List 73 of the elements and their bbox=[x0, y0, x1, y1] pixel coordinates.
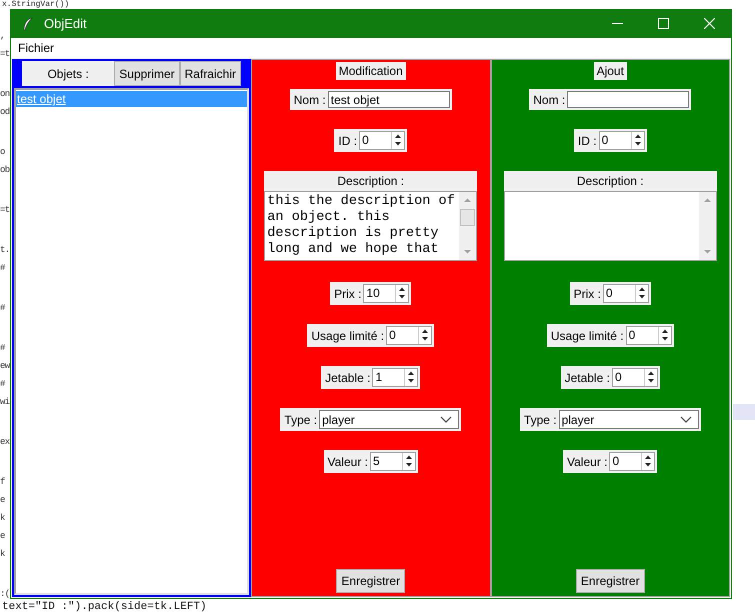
dropdown[interactable]: player bbox=[319, 410, 460, 429]
code-fragment: wi bbox=[0, 397, 10, 407]
spinbox[interactable]: 1 bbox=[372, 368, 418, 387]
code-line: x.StringVar()) bbox=[1, 0, 70, 9]
field-label: Type : bbox=[284, 412, 318, 426]
code-fragment: # bbox=[0, 343, 5, 353]
scroll-thumb[interactable] bbox=[460, 209, 476, 226]
code-fragment: # bbox=[0, 379, 5, 389]
feather-icon bbox=[22, 16, 34, 30]
save-button[interactable]: Enregistrer bbox=[576, 569, 645, 593]
field-label: Description : bbox=[336, 173, 406, 190]
text-field[interactable]: test objet bbox=[328, 91, 450, 108]
text-area[interactable]: this the description of an object. this description is pretty long and we hope that bbox=[264, 191, 478, 261]
code-fragment: on bbox=[0, 89, 10, 99]
panel-title: Modification bbox=[336, 62, 406, 80]
spinbox[interactable]: 0 bbox=[359, 131, 406, 150]
field-label: Jetable : bbox=[564, 370, 610, 384]
field-label: Prix : bbox=[334, 286, 362, 300]
field-label: Description : bbox=[576, 173, 645, 190]
code-fragment: k bbox=[0, 549, 5, 559]
toolbar-button[interactable]: Rafraichir bbox=[180, 61, 241, 86]
code-fragment: # bbox=[0, 263, 5, 273]
code-fragment: , bbox=[0, 31, 5, 41]
spinbox[interactable]: 0 bbox=[602, 284, 649, 303]
spinbox[interactable]: 0 bbox=[609, 452, 656, 471]
code-line: text="ID :").pack(side=tk.LEFT) bbox=[2, 601, 207, 613]
text-area[interactable] bbox=[504, 191, 717, 261]
current-line-highlight bbox=[733, 404, 755, 420]
code-fragment: ob bbox=[0, 165, 10, 175]
chevron-down-icon bbox=[680, 416, 692, 423]
spinbox[interactable]: 10 bbox=[363, 284, 410, 303]
dropdown[interactable]: player bbox=[558, 410, 699, 429]
code-fragment: e bbox=[0, 531, 5, 541]
panel-title: Ajout bbox=[594, 62, 627, 80]
objects-label: Objets : bbox=[22, 61, 114, 86]
field-label: Valeur : bbox=[567, 454, 608, 468]
toolbar-button[interactable]: Supprimer bbox=[114, 61, 180, 86]
code-fragment: k bbox=[0, 513, 5, 523]
field-label: Prix : bbox=[574, 286, 601, 300]
code-fragment: t. bbox=[0, 245, 10, 255]
code-fragment: :( bbox=[0, 589, 10, 599]
field-label: Nom : bbox=[533, 92, 566, 106]
code-fragment: f bbox=[0, 477, 5, 487]
maximize-icon[interactable] bbox=[658, 18, 668, 29]
spinbox[interactable]: 0 bbox=[612, 368, 658, 387]
code-fragment: o bbox=[0, 147, 5, 157]
field-label: Jetable : bbox=[325, 370, 370, 384]
code-fragment: od bbox=[0, 107, 10, 117]
code-fragment: # bbox=[0, 303, 5, 313]
code-fragment: ew bbox=[0, 361, 10, 371]
field-label: Valeur : bbox=[328, 454, 368, 468]
window-title: ObjEdit bbox=[44, 16, 88, 31]
spinbox[interactable]: 5 bbox=[370, 452, 416, 471]
field-label: ID : bbox=[578, 134, 597, 148]
code-fragment: e bbox=[0, 495, 5, 505]
scrollbar[interactable] bbox=[459, 192, 476, 260]
field-label: Usage limité : bbox=[311, 328, 384, 342]
close-icon[interactable] bbox=[704, 18, 714, 29]
spinbox[interactable]: 0 bbox=[598, 131, 645, 150]
scrollbar[interactable] bbox=[698, 192, 716, 260]
menu-item[interactable]: Fichier bbox=[11, 41, 62, 55]
spinbox[interactable]: 0 bbox=[626, 326, 672, 345]
field-label: Usage limité : bbox=[550, 328, 624, 342]
spinbox[interactable]: 0 bbox=[386, 326, 432, 345]
field-label: ID : bbox=[338, 134, 358, 148]
code-fragment: =t bbox=[0, 49, 10, 59]
code-fragment: =t bbox=[0, 205, 10, 215]
field-label: Type : bbox=[524, 412, 557, 426]
text-field[interactable] bbox=[567, 91, 690, 108]
code-fragment: ex bbox=[0, 437, 10, 447]
field-label: Nom : bbox=[294, 92, 326, 106]
save-button[interactable]: Enregistrer bbox=[336, 569, 406, 593]
chevron-down-icon bbox=[440, 416, 452, 423]
